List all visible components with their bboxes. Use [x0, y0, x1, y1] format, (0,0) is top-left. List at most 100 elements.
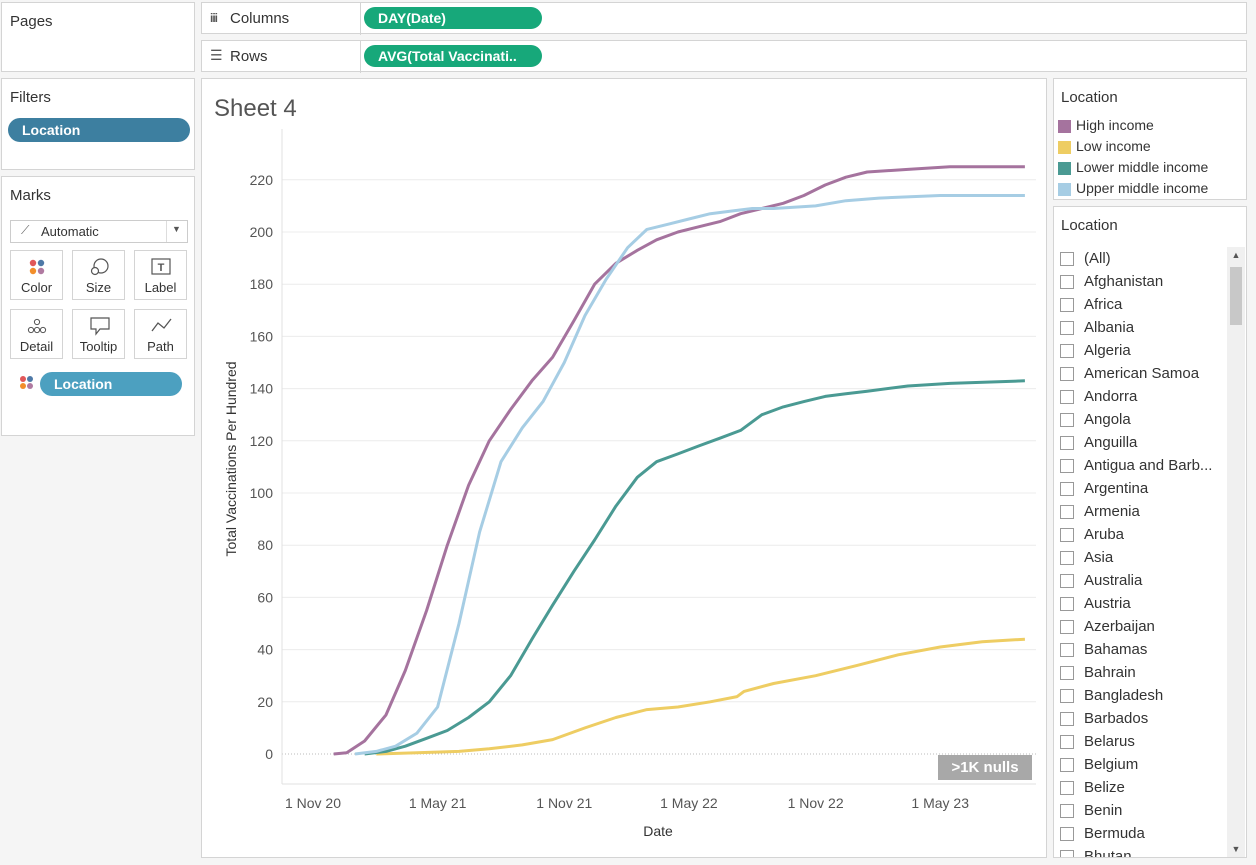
filter-item-label: Belize — [1084, 779, 1125, 796]
filter-scrollbar[interactable]: ▲ ▼ — [1227, 247, 1245, 857]
filter-item-label: American Samoa — [1084, 365, 1200, 382]
marks-panel: Marks ⟋ Automatic ▼ Color Size T Label D… — [1, 176, 195, 436]
path-icon — [151, 318, 172, 332]
color-field-icon — [20, 376, 33, 389]
filter-item-label: Afghanistan — [1084, 273, 1164, 290]
series-line-low-income[interactable] — [376, 637, 1025, 756]
checkbox[interactable] — [1060, 298, 1074, 312]
checkbox[interactable] — [1060, 275, 1074, 289]
checkbox[interactable] — [1060, 344, 1074, 358]
filter-item-label: Australia — [1084, 572, 1143, 589]
x-tick-label: 1 May 21 — [409, 795, 467, 811]
x-axis-title: Date — [643, 823, 673, 839]
rows-shelf[interactable]: ☰ Rows AVG(Total Vaccinati.. — [201, 40, 1247, 73]
mark-type-dropdown[interactable]: ⟋ Automatic ▼ — [10, 220, 188, 243]
rows-pill[interactable]: AVG(Total Vaccinati.. — [364, 45, 542, 67]
marks-location-pill[interactable]: Location — [40, 372, 182, 396]
detail-button[interactable]: Detail — [10, 309, 63, 359]
filter-item-label: Barbados — [1084, 710, 1149, 727]
nulls-badge[interactable]: >1K nulls — [938, 755, 1032, 780]
x-tick-label: 1 Nov 21 — [536, 795, 592, 811]
checkbox[interactable] — [1060, 643, 1074, 657]
filter-item-label: Algeria — [1084, 342, 1131, 359]
legend-swatch — [1058, 183, 1071, 196]
filter-item-label: Asia — [1084, 549, 1114, 566]
checkbox[interactable] — [1060, 804, 1074, 818]
checkbox[interactable] — [1060, 597, 1074, 611]
checkbox[interactable] — [1060, 781, 1074, 795]
checkbox[interactable] — [1060, 505, 1074, 519]
scroll-up-icon[interactable]: ▲ — [1227, 247, 1245, 263]
columns-pill[interactable]: DAY(Date) — [364, 7, 542, 29]
scroll-down-icon[interactable]: ▼ — [1227, 841, 1245, 857]
checkbox[interactable] — [1060, 850, 1074, 857]
sheet-panel: Sheet 4 0 20 40 60 80 100 120 140 160 180 200 220 1… — [201, 78, 1047, 858]
y-tick-label: 180 — [250, 276, 274, 292]
legend-label: Upper middle income — [1076, 180, 1209, 196]
checkbox[interactable] — [1060, 551, 1074, 565]
checkbox[interactable] — [1060, 413, 1074, 427]
y-tick-label: 40 — [257, 642, 273, 658]
checkbox[interactable] — [1060, 367, 1074, 381]
scroll-thumb[interactable] — [1230, 267, 1242, 325]
checkbox[interactable] — [1060, 620, 1074, 634]
y-axis-title: Total Vaccinations Per Hundred — [223, 361, 239, 556]
checkbox[interactable] — [1060, 482, 1074, 496]
filter-location-pill[interactable]: Location — [8, 118, 190, 142]
label-button[interactable]: T Label — [134, 250, 187, 300]
size-label: Size — [85, 280, 112, 295]
x-tick-label: 1 Nov 22 — [788, 795, 844, 811]
filter-item-label: Bangladesh — [1084, 687, 1164, 704]
legend-label: Lower middle income — [1076, 159, 1209, 175]
filter-item-label: Austria — [1084, 595, 1131, 612]
filter-item-label: Africa — [1084, 296, 1123, 313]
size-button[interactable]: Size — [72, 250, 125, 300]
filter-item-label: Andorra — [1084, 388, 1138, 405]
tooltip-label: Tooltip — [79, 339, 118, 354]
legend-label: Low income — [1076, 138, 1151, 154]
x-tick-label: 1 May 22 — [660, 795, 718, 811]
filter-item-label: Bermuda — [1084, 825, 1145, 842]
checkbox[interactable] — [1060, 528, 1074, 542]
filter-item-label: Anguilla — [1084, 434, 1138, 451]
series-line-upper-middle-income[interactable] — [354, 194, 1025, 756]
size-icon — [90, 258, 109, 276]
color-button[interactable]: Color — [10, 250, 63, 300]
series-line-lower-middle-income[interactable] — [364, 379, 1025, 756]
checkbox[interactable] — [1060, 666, 1074, 680]
detail-label: Detail — [19, 339, 54, 354]
path-label: Path — [147, 339, 174, 354]
checkbox[interactable] — [1060, 252, 1074, 266]
location-filter: Location (All) Afghanistan Africa Albania Al… — [1053, 206, 1247, 858]
location-filter-title: Location — [1061, 217, 1118, 234]
path-button[interactable]: Path — [134, 309, 187, 359]
checkbox[interactable] — [1060, 459, 1074, 473]
y-tick-label: 100 — [250, 485, 274, 501]
color-legend: Location High income Low income Lower midd… — [1053, 78, 1247, 200]
y-tick-label: 120 — [250, 433, 274, 449]
filter-item-label: Argentina — [1084, 480, 1149, 497]
checkbox[interactable] — [1060, 436, 1074, 450]
marks-title: Marks — [10, 187, 51, 204]
checkbox[interactable] — [1060, 390, 1074, 404]
checkbox[interactable] — [1060, 321, 1074, 335]
filter-item-label: Bahrain — [1084, 664, 1136, 681]
checkbox[interactable] — [1060, 689, 1074, 703]
filter-item-label: Belarus — [1084, 733, 1135, 750]
checkbox[interactable] — [1060, 574, 1074, 588]
filter-item-label: (All) — [1084, 250, 1111, 267]
checkbox[interactable] — [1060, 735, 1074, 749]
filters-panel: Filters Location — [1, 78, 195, 170]
tooltip-icon — [90, 317, 110, 336]
svg-text:T: T — [158, 262, 165, 274]
legend-swatch — [1058, 162, 1071, 175]
y-tick-label: 60 — [257, 589, 273, 605]
tooltip-button[interactable]: Tooltip — [72, 309, 125, 359]
checkbox[interactable] — [1060, 712, 1074, 726]
y-tick-label: 200 — [250, 224, 274, 240]
series-line-high-income[interactable] — [333, 165, 1025, 756]
checkbox[interactable] — [1060, 827, 1074, 841]
nulls-badge-label: >1K nulls — [951, 759, 1019, 776]
checkbox[interactable] — [1060, 758, 1074, 772]
columns-shelf[interactable]: iii Columns DAY(Date) — [201, 2, 1247, 35]
